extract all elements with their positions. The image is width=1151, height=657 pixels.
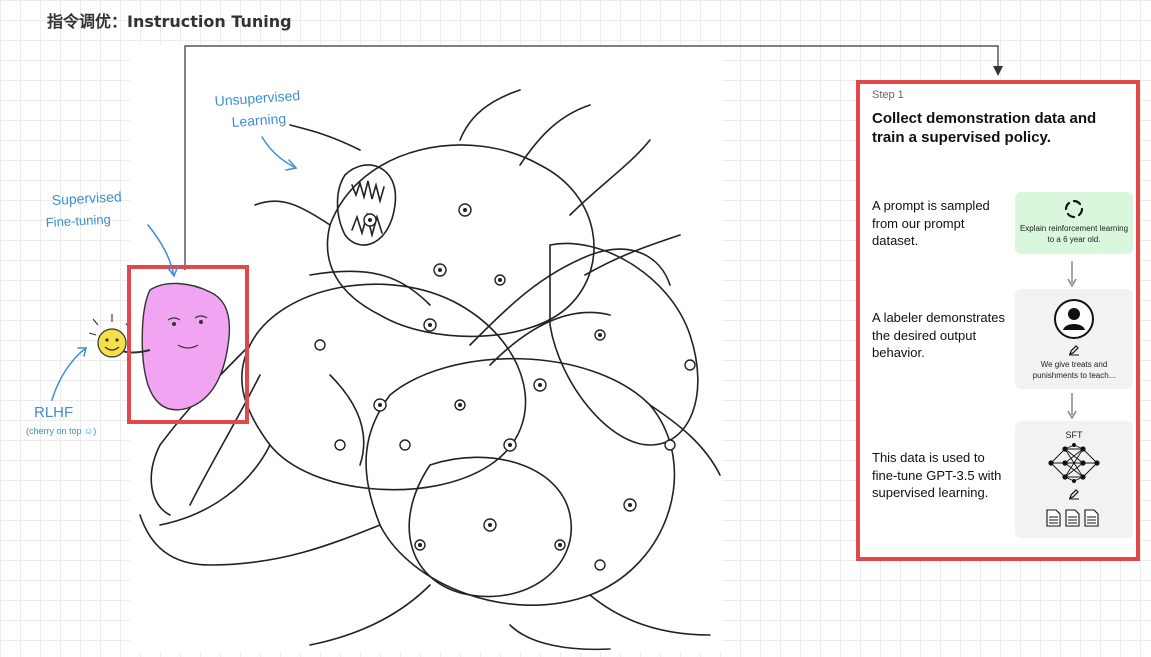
label-rlhf-note: (cherry on top ☺) xyxy=(26,426,96,436)
labeler-avatar-icon xyxy=(1054,299,1094,339)
label-unsupervised-2: Learning xyxy=(231,110,286,130)
arrow-down-icon xyxy=(1067,393,1077,420)
arrow-rlhf xyxy=(51,347,87,401)
label-rlhf: RLHF xyxy=(34,404,73,421)
step-heading: Collect demonstration data and train a s… xyxy=(872,110,1097,146)
labeler-box: We give treats and punishments to teach.… xyxy=(1015,289,1133,389)
step-description-sft: This data is used to fine-tune GPT-3.5 w… xyxy=(872,450,1002,500)
label-supervised-1: Supervised xyxy=(51,188,122,208)
neural-network-icon xyxy=(1048,443,1100,483)
labeler-text: We give treats and punishments to teach.… xyxy=(1032,360,1116,380)
documents-icon xyxy=(1046,509,1099,527)
pencil-icon xyxy=(1069,489,1079,500)
arrow-unsupervised xyxy=(261,136,297,169)
sampling-cycle-icon xyxy=(1064,199,1084,219)
label-supervised-2: Fine-tuning xyxy=(45,212,111,230)
label-unsupervised-1: Unsupervised xyxy=(214,87,301,109)
pink-face xyxy=(141,282,231,411)
step-description-prompt: A prompt is sampled from our prompt data… xyxy=(872,198,990,248)
sft-title: SFT xyxy=(1065,430,1083,440)
step-label: Step 1 xyxy=(872,89,904,101)
smiley-icon xyxy=(97,328,127,358)
prompt-text: Explain reinforcement learning to a 6 ye… xyxy=(1019,224,1129,244)
step-description-labeler: A labeler demonstrates the desired outpu… xyxy=(872,310,1005,360)
arrow-down-icon xyxy=(1067,261,1077,288)
sft-box: SFT xyxy=(1015,421,1133,538)
prompt-box: Explain reinforcement learning to a 6 ye… xyxy=(1015,192,1133,254)
pencil-icon xyxy=(1069,345,1079,356)
connector-arrowhead xyxy=(993,66,1003,76)
step-1-card: Step 1 Collect demonstration data and tr… xyxy=(856,80,1140,561)
